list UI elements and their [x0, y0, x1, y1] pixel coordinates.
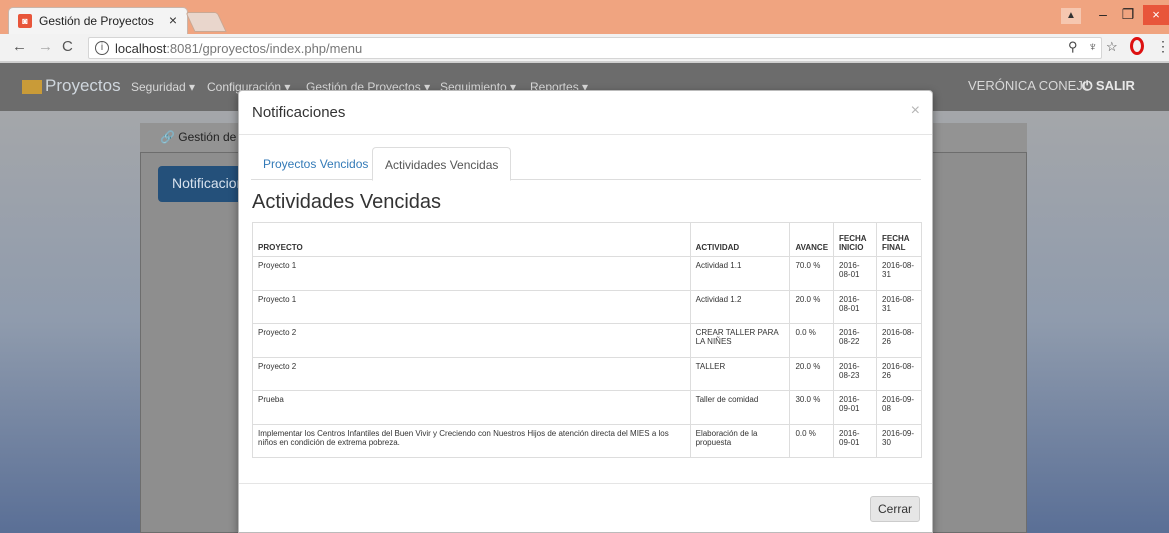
modal-close-icon[interactable]: × — [911, 102, 920, 120]
opera-icon[interactable] — [1130, 37, 1144, 55]
column-header: PROYECTO — [252, 222, 691, 257]
table-row: Proyecto 1 Actividad 1.2 20.0 % 2016-08-… — [252, 289, 922, 324]
table-row: Proyecto 1 Actividad 1.1 70.0 % 2016-08-… — [252, 256, 922, 291]
modal-tabs: Proyectos Vencidos Actividades Vencidas — [251, 147, 921, 181]
mies-logo — [22, 80, 42, 94]
cell-avance: 70.0 % — [789, 256, 835, 291]
cell-fecha-final: 2016-08-31 — [876, 289, 922, 324]
forward-icon[interactable]: → — [38, 38, 53, 55]
new-tab-button[interactable] — [185, 12, 227, 32]
activities-table: PROYECTO ACTIVIDAD AVANCE FECHA INICIO F… — [252, 222, 922, 458]
notifications-modal: Notificaciones × Proyectos Vencidos Acti… — [238, 90, 933, 533]
column-header: ACTIVIDAD — [689, 222, 791, 257]
cell-fecha-inicio: 2016-08-23 — [833, 356, 877, 391]
cell-fecha-final: 2016-08-26 — [876, 323, 922, 358]
cell-actividad: Actividad 1.2 — [689, 289, 791, 324]
section-title: Actividades Vencidas — [252, 191, 442, 213]
url-text[interactable]: localhost:8081/gproyectos/index.php/menu — [115, 41, 362, 56]
favicon-icon: ◙ — [18, 14, 32, 28]
cell-avance: 20.0 % — [789, 356, 835, 391]
maximize-button[interactable]: ❐ — [1115, 6, 1141, 23]
logout-button[interactable]: ⏻ SALIR — [1082, 78, 1135, 94]
cell-avance: 20.0 % — [789, 289, 835, 324]
browser-toolbar: ← → C i localhost:8081/gproyectos/index.… — [0, 34, 1169, 62]
cell-proyecto: Proyecto 2 — [252, 356, 691, 391]
cell-avance: 0.0 % — [789, 423, 835, 458]
table-row: Implementar los Centros Infantiles del B… — [252, 423, 922, 458]
table-row: Proyecto 2 TALLER 20.0 % 2016-08-23 2016… — [252, 356, 922, 391]
cell-avance: 30.0 % — [789, 390, 835, 425]
cell-avance: 0.0 % — [789, 323, 835, 358]
tab-actividades-vencidas[interactable]: Actividades Vencidas — [372, 147, 512, 181]
cell-fecha-final: 2016-09-08 — [876, 390, 922, 425]
address-bar[interactable]: i localhost:8081/gproyectos/index.php/me… — [88, 37, 1102, 59]
tab-close-icon[interactable]: × — [169, 12, 177, 28]
brand-title[interactable]: Proyectos — [45, 76, 121, 96]
column-header: AVANCE — [789, 222, 835, 257]
close-button[interactable]: Cerrar — [870, 496, 920, 522]
column-header: FECHA INICIO — [833, 222, 877, 257]
close-window-button[interactable]: × — [1143, 5, 1169, 25]
info-icon[interactable]: i — [95, 41, 109, 55]
cell-actividad: TALLER — [689, 356, 791, 391]
profile-icon[interactable]: ▲ — [1061, 8, 1081, 24]
cell-proyecto: Implementar los Centros Infantiles del B… — [252, 423, 691, 458]
cell-proyecto: Prueba — [252, 390, 691, 425]
cell-proyecto: Proyecto 1 — [252, 289, 691, 324]
back-icon[interactable]: ← — [12, 38, 27, 55]
reload-icon[interactable]: C — [62, 38, 73, 55]
cell-proyecto: Proyecto 2 — [252, 323, 691, 358]
cell-actividad: CREAR TALLER PARA LA NIÑES — [689, 323, 791, 358]
cell-proyecto: Proyecto 1 — [252, 256, 691, 291]
cell-fecha-final: 2016-09-30 — [876, 423, 922, 458]
key-icon[interactable]: ♆ — [1088, 39, 1098, 54]
modal-title: Notificaciones — [252, 104, 346, 121]
table-row: Prueba Taller de comidad 30.0 % 2016-09-… — [252, 390, 922, 425]
cell-fecha-inicio: 2016-08-22 — [833, 323, 877, 358]
cell-fecha-final: 2016-08-31 — [876, 256, 922, 291]
cell-actividad: Taller de comidad — [689, 390, 791, 425]
zoom-icon[interactable]: ⚲ — [1068, 39, 1078, 55]
menu-dots-icon[interactable]: ⋮ — [1156, 38, 1169, 55]
cell-fecha-final: 2016-08-26 — [876, 356, 922, 391]
cell-actividad: Elaboración de la propuesta — [689, 423, 791, 458]
bookmark-star-icon[interactable]: ☆ — [1106, 39, 1118, 55]
column-header: FECHA FINAL — [876, 222, 922, 257]
browser-tab[interactable]: ◙ Gestión de Proyectos × — [8, 7, 188, 34]
table-row: Proyecto 2 CREAR TALLER PARA LA NIÑES 0.… — [252, 323, 922, 358]
browser-window: ◙ Gestión de Proyectos × ▲ – ❐ × ← → C i… — [0, 0, 1169, 533]
modal-footer: Cerrar — [239, 483, 932, 533]
minimize-button[interactable]: – — [1090, 6, 1116, 22]
tab-title: Gestión de Proyectos — [39, 14, 154, 28]
table-header-row: PROYECTO ACTIVIDAD AVANCE FECHA INICIO F… — [252, 222, 922, 257]
cell-fecha-inicio: 2016-09-01 — [833, 390, 877, 425]
cell-fecha-inicio: 2016-08-01 — [833, 289, 877, 324]
cell-actividad: Actividad 1.1 — [689, 256, 791, 291]
tab-proyectos-vencidos[interactable]: Proyectos Vencidos — [251, 147, 380, 180]
user-name[interactable]: VERÓNICA CONEJO — [968, 78, 1093, 93]
nav-seguridad[interactable]: Seguridad ▾ — [131, 80, 195, 94]
tab-strip: ◙ Gestión de Proyectos × ▲ – ❐ × — [0, 0, 1169, 34]
cell-fecha-inicio: 2016-09-01 — [833, 423, 877, 458]
cell-fecha-inicio: 2016-08-01 — [833, 256, 877, 291]
modal-header: Notificaciones × — [239, 91, 932, 135]
